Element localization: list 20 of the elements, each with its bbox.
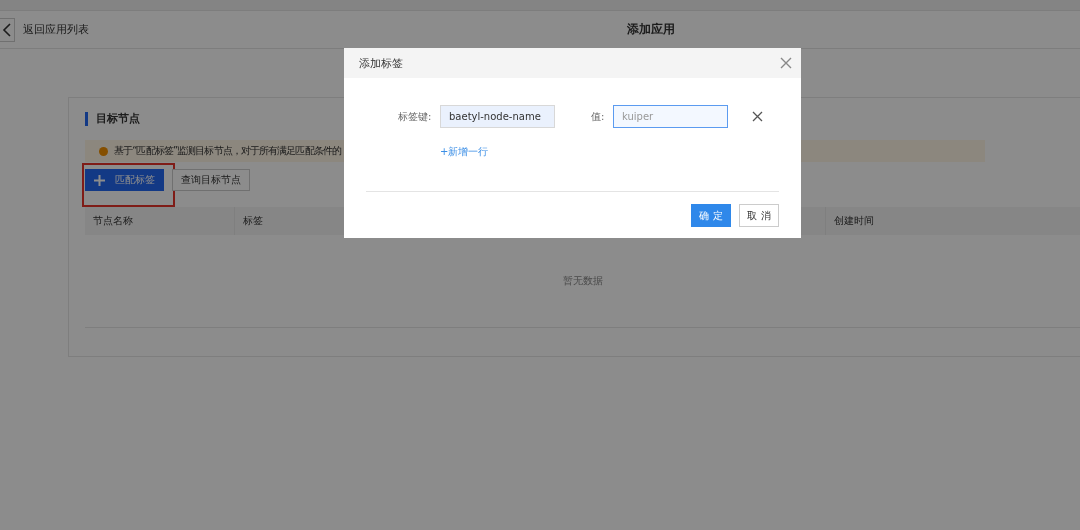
query-nodes-button[interactable]: 查询目标节点 [172,169,250,191]
add-row-link[interactable]: +新增一行 [440,145,489,159]
back-button[interactable] [0,17,15,42]
back-link[interactable]: 返回应用列表 [23,22,89,37]
field-label: 值: [591,109,606,124]
close-icon[interactable] [780,57,792,69]
value-input[interactable]: kuiper [613,105,728,128]
column-header: 创建时间 [833,214,875,228]
dialog-title: 添加标签 [359,55,403,71]
key-input[interactable]: baetyl-node-name [440,105,555,128]
notice-text: 基于“匹配标签”监测目标节点，对于所有满足匹配条件的 [114,144,341,158]
confirm-button[interactable]: 确 定 [691,204,731,227]
field-label: 标签键: [398,109,433,124]
close-icon[interactable] [752,111,763,122]
plus-icon [94,174,105,186]
match-tags-button[interactable]: 匹配标签 [85,169,164,191]
column-header: 节点名称 [85,207,235,235]
cancel-button[interactable]: 取 消 [739,204,779,227]
page-title: 添加应用 [627,21,675,38]
back-icon [2,22,12,37]
